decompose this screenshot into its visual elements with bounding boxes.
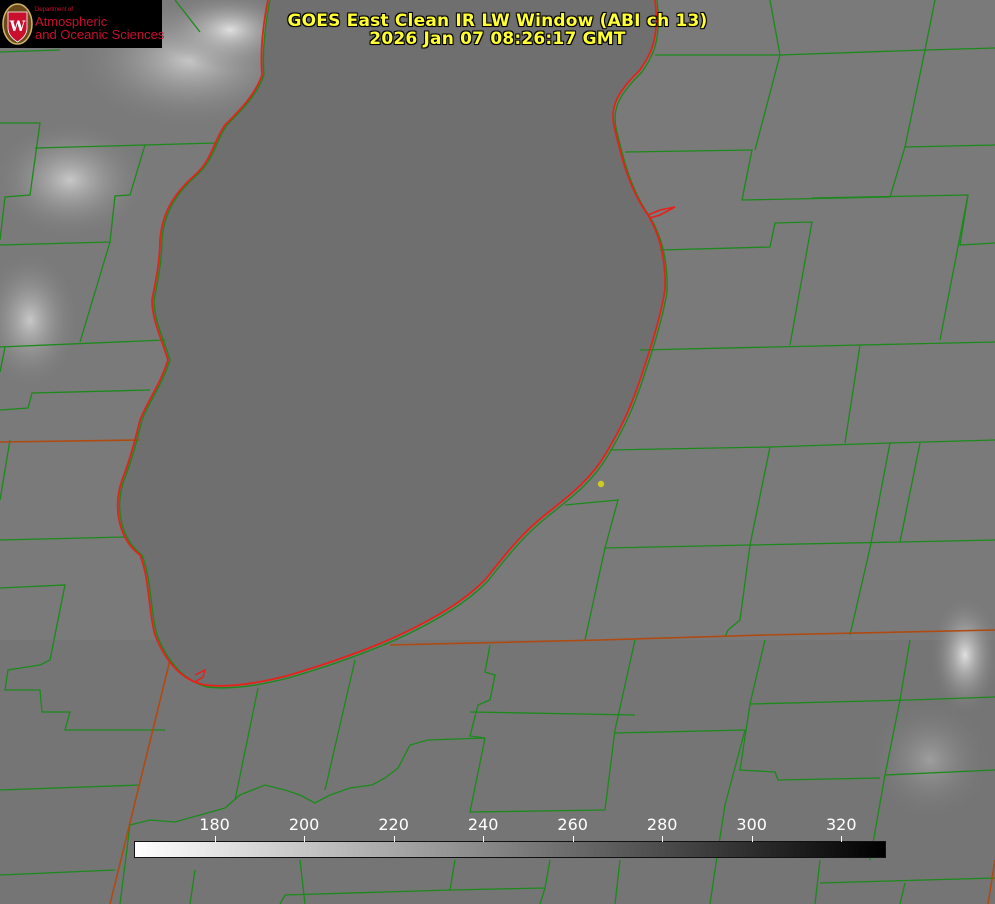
colorbar-tick-mark: [304, 836, 306, 842]
colorbar-tick-mark: [751, 836, 753, 842]
colorbar-tick-label: 320: [825, 815, 857, 834]
colorbar-tick-mark: [214, 836, 216, 842]
colorbar-tick-label: 300: [736, 815, 767, 834]
colorbar-tick-label: 280: [646, 815, 678, 834]
colorbar-tick-label: 240: [467, 815, 499, 834]
image-title: GOES East Clean IR LW Window (ABI ch 13): [287, 11, 708, 31]
satellite-image-viewer: W Department of Atmospheric and Oceanic …: [0, 0, 995, 904]
colorbar-tick-label: 200: [288, 815, 320, 834]
satellite-map: [0, 0, 995, 904]
colorbar-tick-label: 220: [378, 815, 409, 834]
colorbar-tick-mark: [662, 836, 664, 842]
land-south-background: [0, 640, 995, 904]
colorbar-tick-mark: [572, 836, 574, 842]
colorbar-tick-label: 260: [557, 815, 588, 834]
temperature-colorbar: [134, 841, 886, 858]
colorbar-tick-label: 180: [199, 815, 230, 834]
colorbar-tick-mark: [841, 836, 843, 842]
image-timestamp: 2026 Jan 07 08:26:17 GMT: [369, 29, 626, 49]
location-marker-icon: [597, 480, 605, 488]
colorbar-tick-mark: [483, 836, 485, 842]
colorbar-tick-mark: [393, 836, 395, 842]
